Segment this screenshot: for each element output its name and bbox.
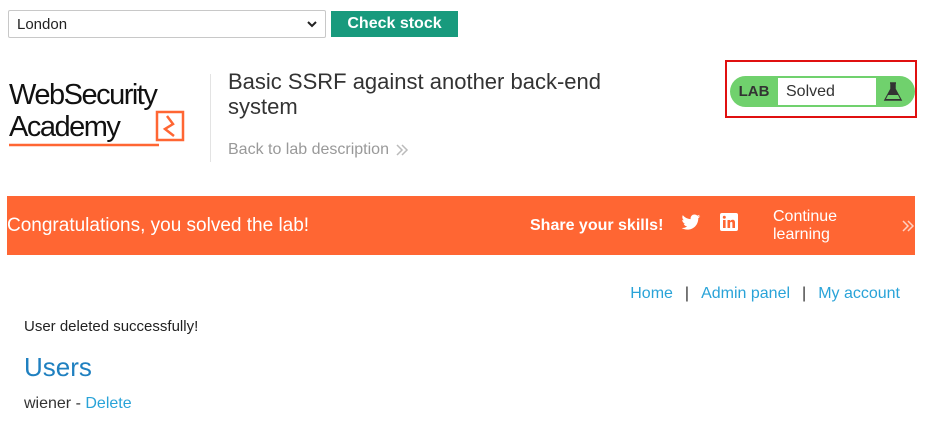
back-link-label: Back to lab description — [228, 141, 389, 158]
nav-admin-panel-link[interactable]: Admin panel — [701, 285, 790, 303]
nav-separator: | — [684, 285, 690, 302]
linkedin-icon[interactable] — [720, 213, 738, 231]
store-select-value: London — [17, 15, 68, 33]
check-stock-button[interactable]: Check stock — [331, 11, 458, 37]
continue-learning-label: Continue learning — [773, 207, 838, 243]
user-row: wiener - Delete — [24, 395, 132, 413]
top-navigation: Home | Admin panel | My account — [630, 285, 900, 303]
users-heading: Users — [24, 352, 92, 382]
congratulations-message: Congratulations, you solved the lab! — [7, 214, 310, 236]
user-separator: - — [71, 395, 86, 412]
logo-graphic: WebSecurity Academy — [9, 79, 185, 147]
double-chevron-right-icon — [902, 219, 915, 232]
lab-title: Basic SSRF against another back-end syst… — [228, 69, 601, 119]
nav-separator: | — [802, 285, 807, 302]
solved-banner: Congratulations, you solved the lab! Sha… — [7, 196, 915, 255]
header-divider — [210, 74, 211, 162]
user-name: wiener — [24, 395, 72, 412]
nav-home-link[interactable]: Home — [630, 285, 673, 303]
lab-status-text: Solved — [778, 78, 876, 105]
continue-learning-link[interactable]: Continue learning — [773, 208, 915, 244]
share-label: Share your skills! — [530, 216, 664, 234]
store-select[interactable]: London — [8, 10, 326, 38]
delete-user-link[interactable]: Delete — [85, 395, 131, 412]
back-to-lab-description-link[interactable]: Back to lab description — [228, 141, 409, 159]
lab-badge: LAB — [738, 83, 770, 100]
stock-check-form: London Check stock — [8, 10, 458, 38]
flask-icon — [876, 81, 910, 103]
status-message: User deleted successfully! — [24, 318, 199, 335]
double-chevron-right-icon — [396, 144, 409, 156]
svg-text:Academy: Academy — [9, 111, 121, 143]
nav-my-account-link[interactable]: My account — [818, 285, 900, 303]
twitter-icon[interactable] — [681, 214, 701, 231]
chevron-down-icon — [307, 21, 317, 28]
svg-text:WebSecurity: WebSecurity — [9, 79, 158, 111]
lab-status-widget: LAB Solved — [730, 76, 915, 107]
web-security-academy-logo[interactable]: WebSecurity Academy — [9, 74, 209, 154]
